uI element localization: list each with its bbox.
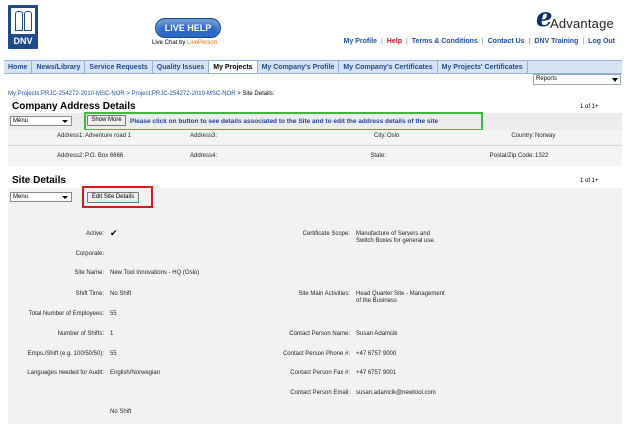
row-divider (8, 145, 622, 146)
show-more-button[interactable]: Show More (87, 115, 126, 126)
total-employees-value: 55 (110, 311, 117, 317)
chevron-down-icon (62, 196, 68, 199)
address2-value: P.O. Box 6666 (85, 153, 124, 159)
menu-select-value: Menu (13, 194, 29, 200)
edit-site-details-button[interactable]: Edit Site Details (87, 192, 139, 203)
contact-email-label: Contact Person Email: (290, 390, 350, 396)
certificate-scope-label: Certificate Scope: (302, 231, 350, 237)
page-header: DNV LIVE HELP Live Chat by LivePerson e … (0, 0, 627, 60)
chevron-down-icon (612, 78, 618, 82)
eadvantage-logo-text: Advantage (550, 16, 614, 31)
breadcrumb-current: > Site Details: (235, 91, 275, 97)
active-label: Active: (85, 231, 104, 237)
tab-service-requests[interactable]: Service Requests (85, 61, 153, 73)
contact-fax-label: Contact Person Fax #: (290, 370, 350, 376)
liveperson-link[interactable]: LivePerson (187, 40, 217, 46)
site-details-menu-select[interactable]: Menu (10, 192, 72, 202)
dnv-logo-text: DNV (13, 36, 33, 46)
contact-fax-value: +47 6757 9001 (356, 370, 397, 376)
company-address-menu-select[interactable]: Menu (10, 116, 72, 126)
show-more-hint: Please click on button to see details as… (130, 118, 439, 125)
link-separator: | (481, 38, 484, 45)
live-chat-caption: Live Chat by LivePerson (152, 40, 217, 46)
corporate-label: Corporate: (75, 251, 104, 257)
state-label: State: (370, 153, 386, 159)
breadcrumb-my-projects[interactable]: My Projects:PRJC-254272-2010-MSC-NOR (8, 91, 125, 97)
city-value: Oslo (387, 133, 400, 139)
reports-select-value: Reports (536, 76, 558, 82)
address4-label: Address4: (190, 153, 218, 159)
shift-time-value: No Shift (110, 291, 132, 297)
site-details-body (8, 188, 622, 424)
address1-label: Address1: (56, 133, 84, 139)
site-details-pager: 1 of 1+ (580, 178, 599, 184)
link-separator: | (405, 38, 408, 45)
address2-label: Address2: (56, 153, 84, 159)
contact-email-value[interactable]: susan.adamcik@newtool.com (356, 390, 436, 396)
certificate-scope-value: Manufacture of Servers and Switch Boxes … (356, 231, 436, 244)
total-employees-label: Total Number of Employees: (28, 311, 104, 317)
eadvantage-logo: e Advantage (536, 3, 626, 36)
breadcrumb: My Projects:PRJC-254272-2010-MSC-NOR > P… (8, 91, 274, 97)
contact-us-link[interactable]: Contact Us (488, 38, 525, 45)
city-label: City: (374, 133, 386, 139)
live-chat-prefix: Live Chat by (152, 40, 188, 46)
reports-select[interactable]: Reports (533, 74, 621, 85)
number-of-shifts-label: Number of Shifts: (57, 331, 104, 337)
postal-code-label: Postal/Zip Code: (489, 153, 534, 159)
top-links: My Profile | Help | Terms & Conditions | Conta… (344, 38, 615, 45)
company-address-title: Company Address Details (12, 101, 136, 112)
tab-company-certificates[interactable]: My Company's Certificates (339, 61, 438, 73)
postal-code-value: 1322 (535, 153, 549, 159)
site-main-activities-label: Site Main Activities: (298, 291, 350, 297)
number-of-shifts-value: 1 (110, 331, 114, 337)
contact-name-value: Susan Adamcik (356, 331, 398, 337)
languages-value: English/Norwegian (110, 370, 161, 376)
active-check-icon: ✔ (110, 228, 118, 238)
nav-filler (528, 61, 622, 73)
link-separator: | (380, 38, 383, 45)
emps-per-shift-value: 55 (110, 351, 117, 357)
contact-phone-label: Contact Person Phone #: (282, 351, 350, 357)
address1-value: Adventure road 1 (85, 133, 132, 139)
dnv-training-link[interactable]: DNV Training (534, 38, 578, 45)
country-value: Norway (535, 133, 556, 139)
site-name-label: Site Name: (74, 270, 104, 276)
site-name-value: New Tool Innovations - HQ (Oslo) (110, 270, 200, 276)
shift-note-value: No Shift (110, 409, 132, 415)
emps-per-shift-label: Emps./Shift (e.g. 100/50/50): (27, 351, 104, 357)
menu-select-value: Menu (13, 118, 29, 124)
company-address-pager: 1 of 1+ (580, 104, 599, 110)
breadcrumb-project[interactable]: > Project:PRJC-254272-2010-MSC-NOR (125, 91, 235, 97)
tab-quality-issues[interactable]: Quality Issues (153, 61, 210, 73)
live-help-button[interactable]: LIVE HELP (155, 18, 221, 38)
site-main-activities-value: Head Quarter Site - Management of the Bu… (356, 291, 445, 304)
dnv-emblem-icon (11, 8, 35, 34)
tab-my-projects[interactable]: My Projects (209, 61, 258, 73)
main-nav: Home News/Library Service Requests Quali… (4, 60, 622, 74)
help-link[interactable]: Help (387, 38, 402, 45)
tab-projects-certificates[interactable]: My Projects' Certificates (438, 61, 528, 73)
link-separator: | (528, 38, 531, 45)
log-out-link[interactable]: Log Out (588, 38, 615, 45)
contact-phone-value: +47 6757 9000 (356, 351, 397, 357)
link-separator: | (582, 38, 585, 45)
contact-name-label: Contact Person Name: (289, 331, 350, 337)
country-label: Country: (511, 133, 534, 139)
tab-home[interactable]: Home (4, 61, 33, 73)
chevron-down-icon (62, 120, 68, 123)
terms-link[interactable]: Terms & Conditions (412, 38, 478, 45)
address3-label: Address3: (190, 133, 218, 139)
tab-news-library[interactable]: News/Library (32, 61, 86, 73)
shift-time-label: Shift Time: (75, 291, 104, 297)
my-profile-link[interactable]: My Profile (344, 38, 377, 45)
site-details-title: Site Details (12, 175, 66, 186)
dnv-logo[interactable]: DNV (8, 5, 38, 49)
tab-company-profile[interactable]: My Company's Profile (258, 61, 340, 73)
languages-label: Languages needed for Audit: (27, 370, 104, 376)
